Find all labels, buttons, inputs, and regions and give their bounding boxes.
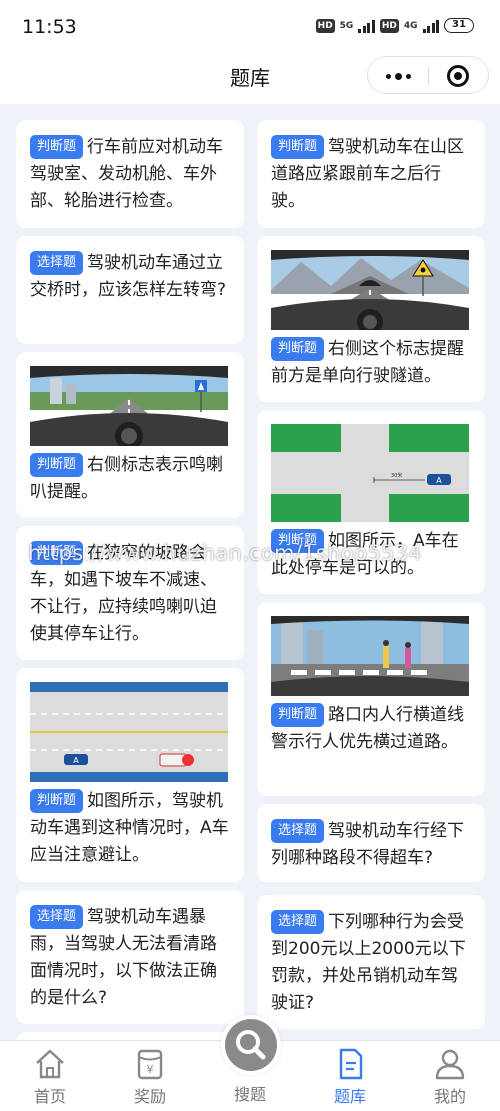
question-content: 选择题 驾驶机动车行经下列哪种路段不得超车? — [271, 818, 471, 872]
question-type-tag: 选择题 — [271, 819, 325, 843]
question-content: 选择题 驾驶机动车遇暴雨，当驾驶人无法看清路面情况时，以下做法正确的是什么? — [30, 904, 230, 1012]
signal-icon — [422, 19, 439, 33]
question-card[interactable]: 选择题 驾驶机动车行经下列哪种路段不得超车? — [257, 804, 485, 882]
question-bank-icon — [339, 1048, 363, 1080]
question-card[interactable]: 判断题 右侧这个标志提醒前方是单向行驶隧道。 — [257, 236, 485, 402]
question-image-road-diagram: A — [30, 682, 228, 782]
question-content: 判断题 右侧标志表示鸣喇叭提醒。 — [30, 452, 230, 506]
question-type-tag: 判断题 — [271, 135, 325, 159]
tab-label: 奖励 — [133, 1087, 166, 1106]
tab-label: 题库 — [333, 1087, 366, 1106]
question-content: 判断题 右侧这个标志提醒前方是单向行驶隧道。 — [271, 336, 471, 390]
question-content: 判断题 行车前应对机动车驾驶室、发动机舱、车外部、轮胎进行检查。 — [30, 134, 230, 215]
question-content: 判断题 驾驶机动车在山区道路应紧跟前车之后行驶。 — [271, 134, 471, 215]
question-card[interactable]: 判断题 右侧标志表示鸣喇叭提醒。 — [16, 352, 244, 518]
car-a-label: A — [73, 756, 79, 765]
tab-question-bank[interactable]: 题库 — [310, 1047, 390, 1107]
question-image-intersection-diagram: 30米 A — [271, 424, 469, 522]
distance-label: 30米 — [391, 472, 402, 479]
hd-badge: HD — [315, 18, 335, 33]
question-type-tag: 选择题 — [30, 251, 84, 275]
question-type-tag: 判断题 — [271, 529, 325, 553]
question-card[interactable]: 判断题 行车前应对机动车驾驶室、发动机舱、车外部、轮胎进行检查。 — [16, 120, 244, 228]
search-fab-circle — [225, 1019, 277, 1071]
question-type-tag: 判断题 — [271, 337, 325, 361]
question-content: 选择题 驾驶机动车通过立交桥时，应该怎样左转弯? — [30, 250, 230, 304]
reward-icon: ¥ — [137, 1049, 163, 1080]
question-content: 判断题 如图所示，驾驶机动车遇到这种情况时，A车应当注意避让。 — [30, 788, 230, 869]
question-content: 选择题 下列哪种行为会受到200元以上2000元以下罚款，并处吊销机动车驾驶证? — [271, 909, 471, 1017]
question-content: 判断题 在狭窄的坡路会车，如遇下坡车不减速、不让行，应持续鸣喇叭迫使其停车让行。 — [30, 540, 230, 648]
tab-home[interactable]: 首页 — [10, 1047, 90, 1107]
hd-badge: HD — [379, 18, 399, 33]
question-type-tag: 判断题 — [30, 453, 84, 477]
tab-label: 我的 — [433, 1087, 466, 1106]
tab-reward[interactable]: ¥ 奖励 — [110, 1047, 190, 1107]
search-icon — [236, 1030, 266, 1060]
question-card[interactable]: 30米 A 判断题 如图所示，A车在此处停车是可以的。 — [257, 410, 485, 594]
question-content: 判断题 路口内人行横道线警示行人优先横过道路。 — [271, 702, 471, 756]
status-time: 11:53 — [22, 16, 77, 38]
signal-icon — [358, 19, 375, 33]
miniprogram-capsule — [367, 56, 489, 94]
question-type-tag: 判断题 — [271, 703, 325, 727]
question-card[interactable]: 判断题 在狭窄的坡路会车，如遇下坡车不减速、不让行，应持续鸣喇叭迫使其停车让行。 — [16, 526, 244, 660]
network-label: 5G — [339, 20, 354, 31]
capsule-divider — [428, 67, 429, 85]
close-miniprogram-button[interactable] — [447, 65, 469, 87]
more-menu-button[interactable] — [368, 57, 428, 95]
search-fab-button[interactable] — [221, 1015, 281, 1075]
tab-search-label-wrap[interactable]: 搜题 — [210, 1081, 290, 1105]
status-bar: 11:53 HD 5G HD 4G 31 — [0, 0, 500, 56]
tab-label: 搜题 — [233, 1085, 266, 1104]
home-icon — [36, 1049, 64, 1079]
question-image-dashboard-road — [30, 366, 228, 446]
question-type-tag: 选择题 — [30, 905, 84, 929]
tab-label: 首页 — [33, 1087, 66, 1106]
car-a-label: A — [436, 476, 442, 485]
question-type-tag: 判断题 — [30, 541, 84, 565]
question-card[interactable]: A 判断题 如图所示，驾驶机动车遇到这种情况时，A车应当注意避让。 — [16, 668, 244, 882]
question-content: 判断题 如图所示，A车在此处停车是可以的。 — [271, 528, 471, 582]
question-card[interactable]: 判断题 驾驶机动车在山区道路应紧跟前车之后行驶。 — [257, 120, 485, 228]
question-image-mountain-tunnel — [271, 250, 469, 330]
question-image-crosswalk-pedestrians — [271, 616, 469, 696]
profile-icon — [435, 1049, 465, 1080]
question-type-tag: 选择题 — [271, 910, 325, 934]
network-label: 4G — [403, 20, 418, 31]
system-indicators: HD 5G HD 4G 31 — [315, 18, 474, 33]
tab-profile[interactable]: 我的 — [410, 1047, 490, 1107]
question-type-tag: 判断题 — [30, 789, 84, 813]
question-card[interactable]: 选择题 驾驶机动车通过立交桥时，应该怎样左转弯? — [16, 236, 244, 344]
battery-icon: 31 — [444, 18, 474, 33]
question-type-tag: 判断题 — [30, 135, 84, 159]
question-card[interactable]: 判断题 路口内人行横道线警示行人优先横过道路。 — [257, 602, 485, 796]
title-bar: 题库 — [0, 56, 500, 104]
question-card[interactable]: 选择题 驾驶机动车遇暴雨，当驾驶人无法看清路面情况时，以下做法正确的是什么? — [16, 890, 244, 1024]
svg-text:¥: ¥ — [147, 1063, 154, 1076]
question-card[interactable]: 选择题 下列哪种行为会受到200元以上2000元以下罚款，并处吊销机动车驾驶证? — [257, 895, 485, 1029]
